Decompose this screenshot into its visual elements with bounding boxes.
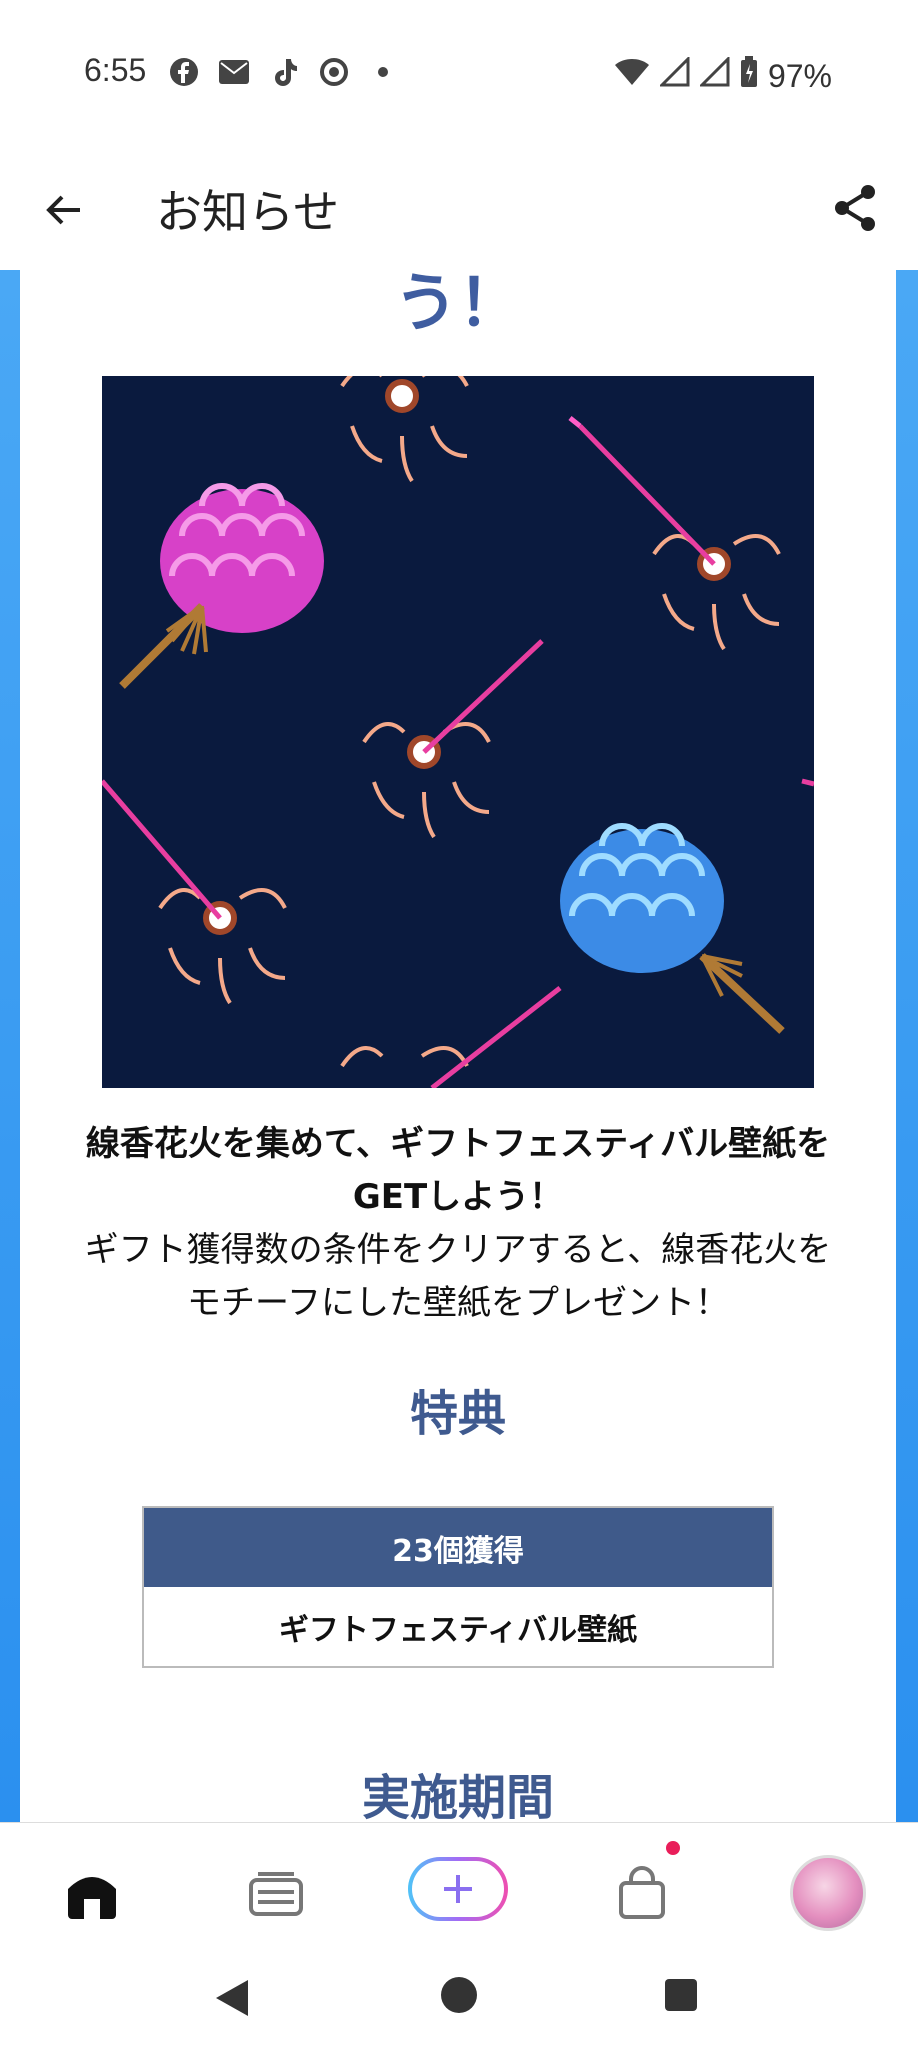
triangle-back-icon: [216, 1980, 248, 2016]
nav-avatar[interactable]: [790, 1855, 866, 1931]
wifi-icon: [614, 57, 650, 95]
nav-create-button[interactable]: [408, 1857, 508, 1921]
plus-icon: [444, 1875, 472, 1903]
lead-bold-line1: 線香花火を集めて、ギフトフェスティバル壁紙を: [85, 1124, 831, 1164]
back-nav-button[interactable]: [214, 1978, 250, 2022]
lead-bold-line2: GETしよう！: [352, 1177, 564, 1217]
article-heading-partial: う！: [394, 270, 522, 341]
app-header: お知らせ: [0, 150, 918, 270]
wallpaper-preview-image: [100, 366, 815, 1090]
page-title: お知らせ: [156, 185, 340, 239]
home-nav-button[interactable]: [440, 1976, 478, 2018]
bonus-table-reward: ギフトフェスティバル壁紙: [278, 1612, 638, 1648]
bottom-nav: [0, 1822, 918, 1963]
recents-nav-button[interactable]: [664, 1978, 698, 2016]
status-bar: 6:55 97%: [0, 0, 918, 150]
back-arrow-icon: [46, 195, 80, 225]
battery-icon: [740, 56, 758, 96]
nav-home[interactable]: [52, 1853, 132, 1933]
back-button[interactable]: [40, 186, 88, 234]
content-background: う！ 線香花火を集めて、ギフトフェスティバル壁紙を GETしよう！ ギフト獲得数…: [0, 270, 918, 1822]
facebook-icon: [168, 56, 200, 88]
notification-dot: [666, 1841, 680, 1855]
section-title-bonus: 特典: [409, 1386, 506, 1442]
status-time: 6:55: [84, 52, 147, 88]
tiktok-icon: [268, 56, 300, 88]
system-nav-bar: [0, 1962, 918, 2048]
share-icon: [835, 185, 875, 231]
share-button[interactable]: [830, 182, 882, 234]
section-title-period: 実施期間: [361, 1770, 554, 1822]
more-notifications-icon: [378, 67, 388, 77]
signal-icon: [658, 55, 690, 95]
app-icon: [318, 56, 350, 88]
nav-shop[interactable]: [602, 1853, 682, 1933]
bonus-table-header: 23個獲得: [392, 1533, 524, 1569]
article-card: う！ 線香花火を集めて、ギフトフェスティバル壁紙を GETしよう！ ギフト獲得数…: [20, 270, 896, 1822]
shop-icon: [619, 1866, 665, 1919]
battery-level: 97%: [767, 57, 832, 94]
status-icons-left: [168, 56, 388, 88]
signal-icon: [698, 55, 730, 95]
bonus-table: 23個獲得 ギフトフェスティバル壁紙: [142, 1506, 774, 1668]
nav-list[interactable]: [236, 1853, 316, 1933]
lead-line4: モチーフにした壁紙をプレゼント！: [187, 1283, 729, 1323]
status-icons-right: 97%: [614, 55, 832, 96]
square-recents-icon: [665, 1979, 697, 2011]
list-icon: [249, 1872, 303, 1916]
circle-home-icon: [441, 1977, 477, 2013]
article-lead: 線香花火を集めて、ギフトフェスティバル壁紙を GETしよう！ ギフト獲得数の条件…: [60, 1118, 856, 1330]
mail-icon: [218, 56, 250, 88]
home-icon: [68, 1877, 116, 1919]
lead-line3: ギフト獲得数の条件をクリアすると、線香花火を: [84, 1230, 832, 1270]
